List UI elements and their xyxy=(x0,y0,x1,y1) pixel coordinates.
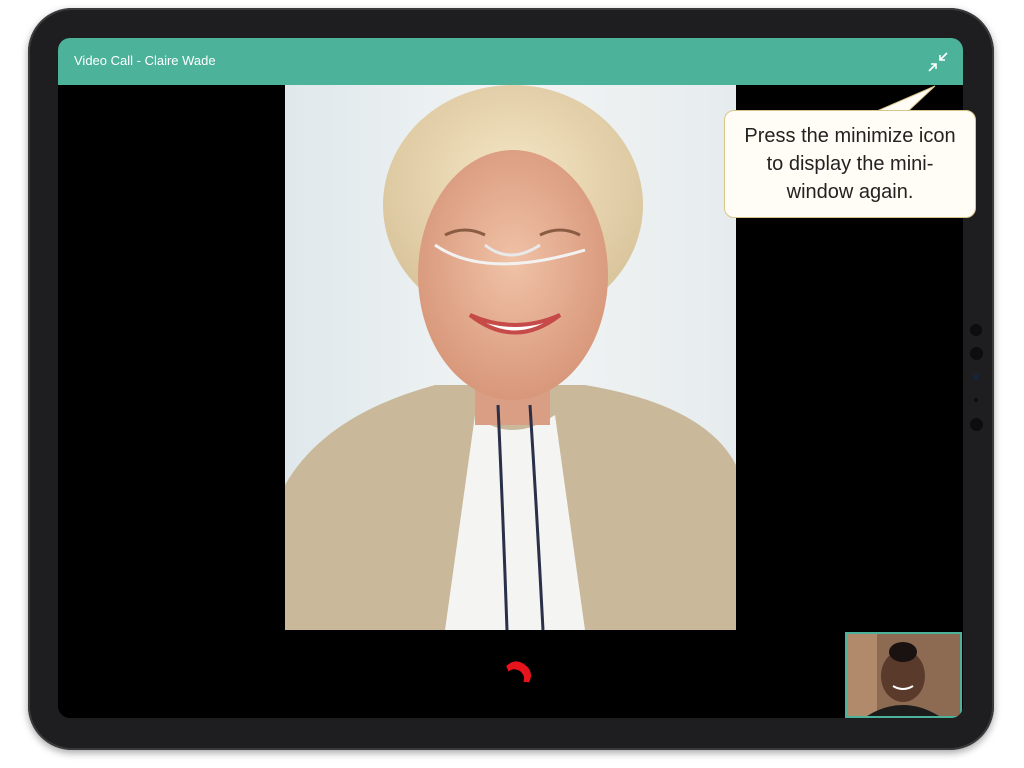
minimize-icon[interactable] xyxy=(927,51,949,73)
title-bar: Video Call - Claire Wade xyxy=(58,38,963,85)
self-view-image xyxy=(847,634,960,716)
instruction-callout: Press the minimize icon to display the m… xyxy=(724,110,976,218)
window-title: Video Call - Claire Wade xyxy=(74,53,216,68)
callout-text: Press the minimize icon to display the m… xyxy=(744,125,956,203)
remote-video xyxy=(285,85,736,630)
end-call-icon xyxy=(506,661,531,683)
remote-video-image xyxy=(285,85,736,630)
self-view-thumbnail[interactable] xyxy=(845,632,962,718)
end-call-button[interactable] xyxy=(500,651,540,691)
